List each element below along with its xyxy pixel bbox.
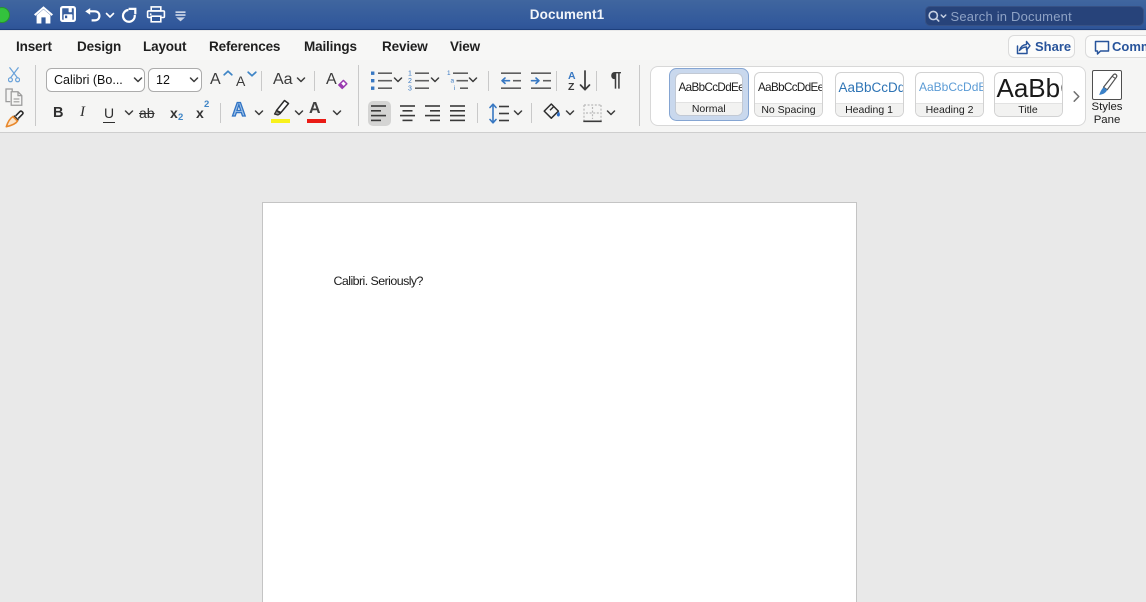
svg-text:i: i	[454, 85, 455, 92]
svg-text:1: 1	[408, 71, 412, 78]
svg-text:1: 1	[447, 70, 451, 77]
svg-text:3: 3	[408, 86, 412, 92]
svg-text:2: 2	[408, 78, 412, 85]
svg-text:a: a	[451, 78, 455, 85]
